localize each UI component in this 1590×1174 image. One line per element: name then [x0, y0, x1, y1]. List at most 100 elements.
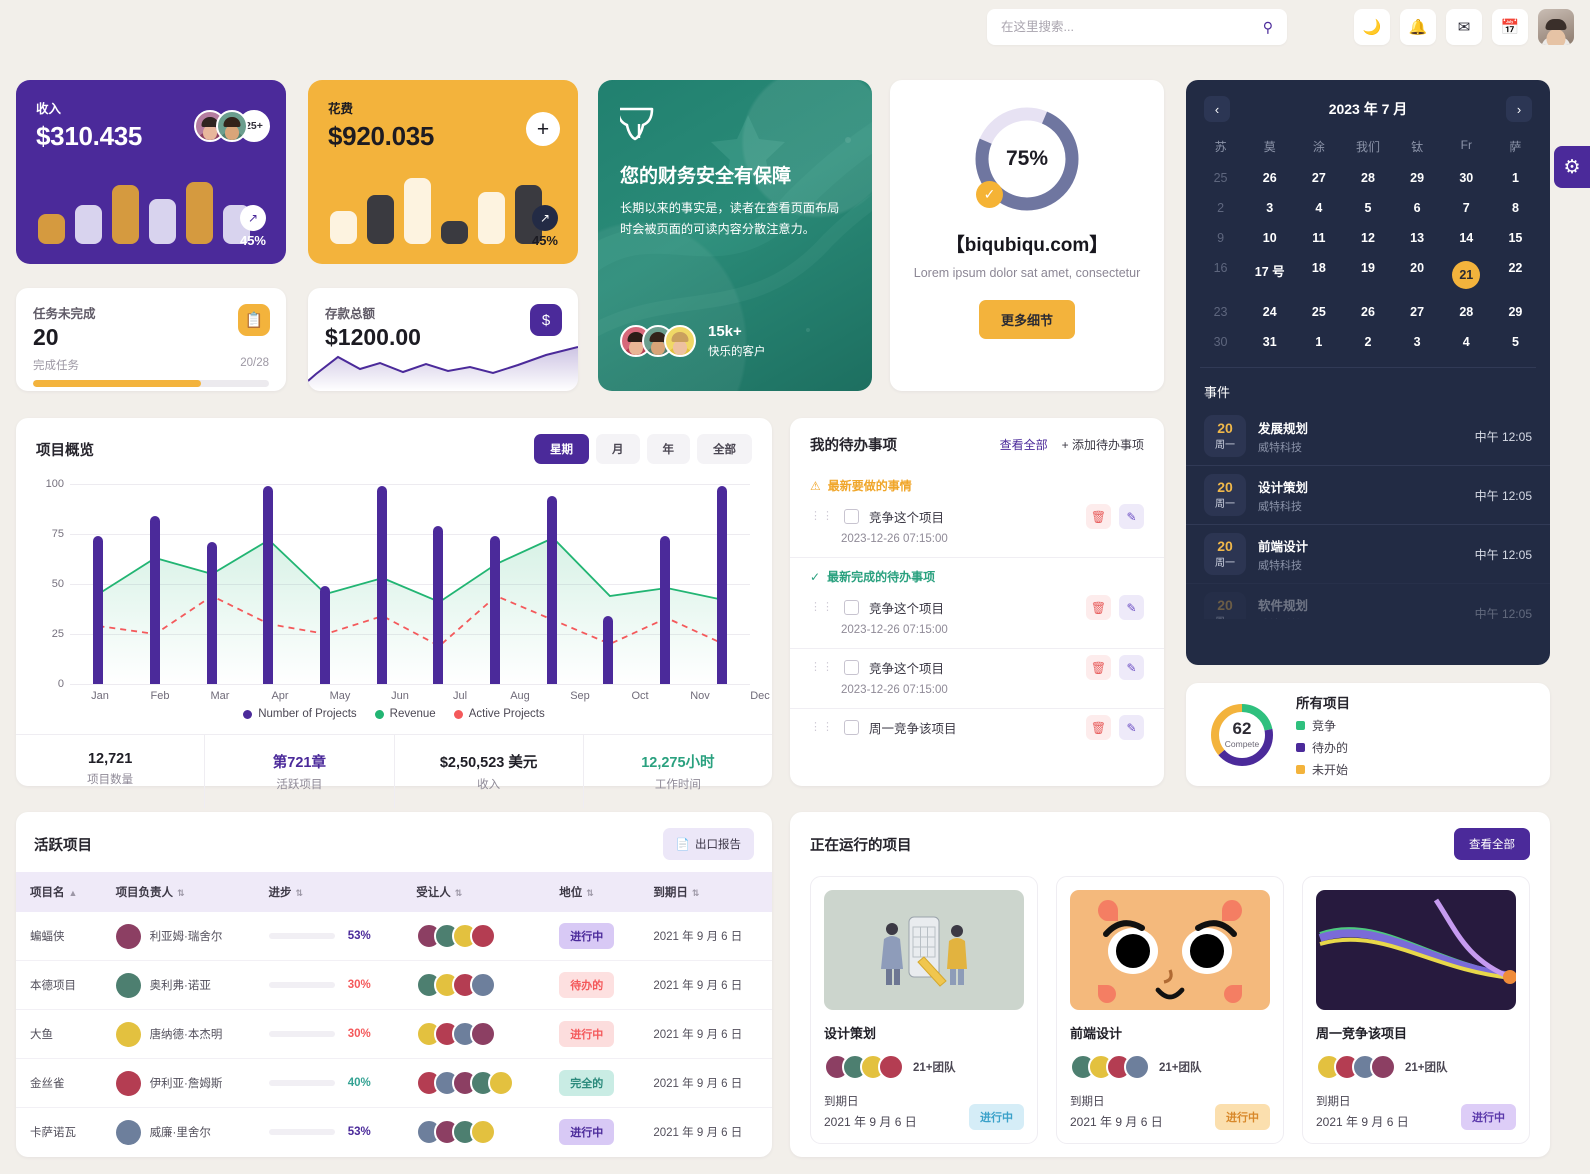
chevron-left-icon[interactable]: ‹: [1204, 96, 1230, 122]
bell-icon[interactable]: 🔔: [1400, 9, 1436, 45]
sort-icon[interactable]: ⇅: [692, 888, 700, 898]
running-project-card[interactable]: 设计策划 21+团队 到期日 2021 年 9 月 6 日 进行中: [810, 876, 1038, 1144]
chart-legend-item[interactable]: Number of Projects: [243, 708, 357, 720]
todo-view-all-link[interactable]: 查看全部: [1000, 436, 1048, 453]
gear-icon[interactable]: ⚙: [1554, 146, 1590, 188]
table-column-项目负责人[interactable]: 项目负责人 ⇅: [101, 872, 255, 912]
calendar-day[interactable]: 31: [1245, 327, 1294, 357]
calendar-day[interactable]: 28: [1442, 297, 1491, 327]
calendar-day[interactable]: 25: [1294, 297, 1343, 327]
revenue-avatars[interactable]: 25+: [194, 110, 270, 142]
mail-icon[interactable]: ✉: [1446, 9, 1482, 45]
running-project-card[interactable]: 前端设计 21+团队 到期日 2021 年 9 月 6 日 进行中: [1056, 876, 1284, 1144]
calendar-day[interactable]: 3: [1393, 327, 1442, 357]
drag-handle-icon[interactable]: ⋮⋮: [810, 662, 834, 673]
todo-checkbox[interactable]: [844, 600, 859, 615]
trash-icon[interactable]: 🗑: [1086, 595, 1111, 620]
search-box[interactable]: ⚲: [987, 9, 1287, 45]
overview-tab-星期[interactable]: 星期: [534, 434, 589, 464]
calendar-day[interactable]: 26: [1245, 163, 1294, 193]
calendar-day[interactable]: 18: [1294, 253, 1343, 297]
todo-checkbox[interactable]: [844, 660, 859, 675]
export-report-button[interactable]: 📄 出口报告: [662, 828, 754, 860]
calendar-icon[interactable]: 📅: [1492, 9, 1528, 45]
overview-tab-全部[interactable]: 全部: [697, 434, 752, 464]
calendar-day[interactable]: 14: [1442, 223, 1491, 253]
table-row[interactable]: 大鱼 唐纳德·本杰明 30% 进行中 2021 年 9 月 6 日: [16, 1009, 772, 1059]
calendar-day[interactable]: 5: [1491, 327, 1540, 357]
calendar-day[interactable]: 29: [1393, 163, 1442, 193]
calendar-day[interactable]: 11: [1294, 223, 1343, 253]
table-column-受让人[interactable]: 受让人 ⇅: [402, 872, 546, 912]
table-column-到期日[interactable]: 到期日 ⇅: [639, 872, 772, 912]
todo-item[interactable]: ⋮⋮ 竞争这个项目 🗑 ✎: [790, 649, 1164, 682]
calendar-day[interactable]: 13: [1393, 223, 1442, 253]
calendar-day[interactable]: 20: [1393, 253, 1442, 297]
event-row[interactable]: 20 周一 前端设计 威特科技 中午 12:05: [1186, 524, 1550, 583]
running-project-card[interactable]: 周一竞争该项目 21+团队 到期日 2021 年 9 月 6 日 进行中: [1302, 876, 1530, 1144]
drag-handle-icon[interactable]: ⋮⋮: [810, 722, 834, 733]
todo-checkbox[interactable]: [844, 720, 859, 735]
calendar-day[interactable]: 28: [1343, 163, 1392, 193]
pencil-icon[interactable]: ✎: [1119, 655, 1144, 680]
overview-range-tabs[interactable]: 星期月年全部: [534, 434, 752, 464]
search-input[interactable]: [1001, 20, 1255, 34]
pencil-icon[interactable]: ✎: [1119, 595, 1144, 620]
calendar-day[interactable]: 23: [1196, 297, 1245, 327]
calendar-day[interactable]: 24: [1245, 297, 1294, 327]
event-row[interactable]: 20 周一 软件规划 威特科技 中午 12:05: [1186, 583, 1550, 619]
table-row[interactable]: 金丝雀 伊利亚·詹姆斯 40% 完全的 2021 年 9 月 6 日: [16, 1058, 772, 1108]
drag-handle-icon[interactable]: ⋮⋮: [810, 511, 834, 522]
table-header-row[interactable]: 项目名 ▲ 项目负责人 ⇅ 进步 ⇅ 受让人 ⇅ 地位 ⇅ 到期日 ⇅: [16, 872, 772, 912]
overview-tab-月[interactable]: 月: [596, 434, 640, 464]
event-row[interactable]: 20 周一 设计策划 威特科技 中午 12:05: [1186, 465, 1550, 524]
todo-item[interactable]: ⋮⋮ 竞争这个项目 🗑 ✎: [790, 498, 1164, 531]
calendar-day[interactable]: 17 号: [1245, 253, 1294, 297]
todo-checkbox[interactable]: [844, 509, 859, 524]
search-icon[interactable]: ⚲: [1263, 19, 1273, 36]
more-details-button[interactable]: 更多细节: [978, 300, 1075, 340]
trash-icon[interactable]: 🗑: [1086, 504, 1111, 529]
sort-icon[interactable]: ▲: [69, 888, 78, 898]
table-column-地位[interactable]: 地位 ⇅: [545, 872, 640, 912]
calendar-day[interactable]: 9: [1196, 223, 1245, 253]
calendar-day[interactable]: 30: [1442, 163, 1491, 193]
calendar-day[interactable]: 16: [1196, 253, 1245, 297]
sort-icon[interactable]: ⇅: [586, 888, 594, 898]
running-view-all-button[interactable]: 查看全部: [1454, 828, 1530, 860]
calendar-day[interactable]: 1: [1491, 163, 1540, 193]
calendar-day[interactable]: 8: [1491, 193, 1540, 223]
calendar-day-grid[interactable]: 25 26 27 28 29 30 1 2 3 4 5 6 7 8 9 10 11 12 13 14 15 16 17 号1…: [1186, 163, 1550, 357]
sort-icon[interactable]: ⇅: [177, 888, 185, 898]
calendar-day[interactable]: 7: [1442, 193, 1491, 223]
table-column-项目名[interactable]: 项目名 ▲: [16, 872, 102, 912]
calendar-day[interactable]: 15: [1491, 223, 1540, 253]
calendar-day[interactable]: 22: [1491, 253, 1540, 297]
calendar-day[interactable]: 19: [1343, 253, 1392, 297]
calendar-day-selected[interactable]: 21: [1442, 253, 1491, 297]
calendar-day[interactable]: 4: [1442, 327, 1491, 357]
calendar-day[interactable]: 25: [1196, 163, 1245, 193]
calendar-day[interactable]: 27: [1393, 297, 1442, 327]
table-row[interactable]: 本德项目 奥利弗·诺亚 30% 待办的 2021 年 9 月 6 日: [16, 960, 772, 1010]
plus-icon[interactable]: +: [526, 112, 560, 146]
calendar-day[interactable]: 3: [1245, 193, 1294, 223]
pencil-icon[interactable]: ✎: [1119, 715, 1144, 740]
calendar-day[interactable]: 1: [1294, 327, 1343, 357]
sort-icon[interactable]: ⇅: [296, 888, 304, 898]
calendar-day[interactable]: 2: [1343, 327, 1392, 357]
todo-add-link[interactable]: + 添加待办事项: [1062, 436, 1144, 453]
trash-icon[interactable]: 🗑: [1086, 715, 1111, 740]
moon-icon[interactable]: 🌙: [1354, 9, 1390, 45]
todo-item[interactable]: ⋮⋮ 周一竞争该项目 🗑 ✎: [790, 709, 1164, 742]
avatar[interactable]: [1538, 9, 1574, 45]
overview-tab-年[interactable]: 年: [646, 434, 690, 464]
chart-legend-item[interactable]: Revenue: [374, 708, 436, 720]
calendar-day[interactable]: 12: [1343, 223, 1392, 253]
event-row[interactable]: 20 周一 发展规划 威特科技 中午 12:05: [1186, 407, 1550, 465]
calendar-day[interactable]: 4: [1294, 193, 1343, 223]
sort-icon[interactable]: ⇅: [455, 888, 463, 898]
calendar-day[interactable]: 29: [1491, 297, 1540, 327]
trash-icon[interactable]: 🗑: [1086, 655, 1111, 680]
table-column-进步[interactable]: 进步 ⇅: [254, 872, 403, 912]
